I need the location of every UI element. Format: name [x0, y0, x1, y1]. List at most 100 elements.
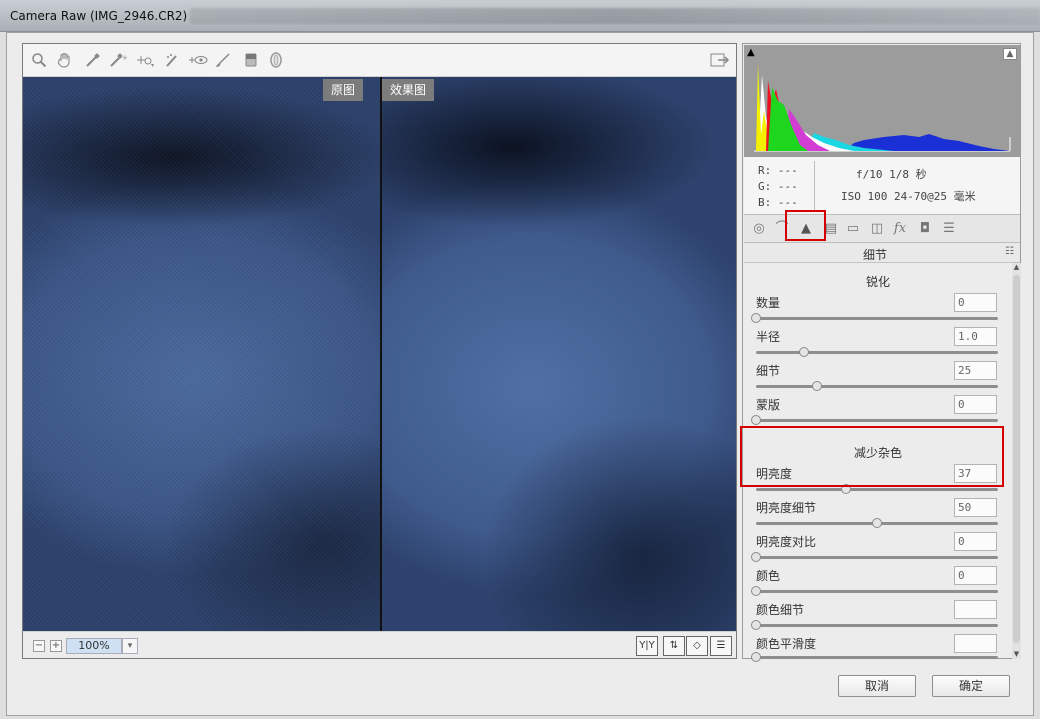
g-readout: G: ---	[758, 180, 798, 193]
window-title: Camera Raw (IMG_2946.CR2)	[10, 9, 188, 23]
luminance-contrast-field[interactable]: 0	[954, 532, 997, 551]
luminance-contrast-label: 明亮度对比	[756, 535, 817, 549]
detail-slider[interactable]	[756, 381, 998, 391]
luminance-detail-label: 明亮度细节	[756, 501, 817, 515]
info-separator	[814, 161, 815, 211]
rgb-readout: R: --- G: --- B: ---	[758, 163, 798, 211]
preview-panel: + ▾ 原图 效果图 − + 100% ▾ Y|Y ⇅ ◇ ☰	[22, 43, 737, 659]
color-smoothness-label: 颜色平滑度	[756, 637, 817, 651]
color-smoothness-field[interactable]	[954, 634, 997, 653]
swap-settings-icon[interactable]: ⇅	[663, 636, 685, 656]
masking-label: 蒙版	[756, 398, 781, 412]
zoom-out-button[interactable]: −	[33, 640, 45, 652]
scroll-down-icon[interactable]: ▼	[1012, 650, 1021, 659]
panel-header: 细节 ☷	[744, 243, 1020, 263]
tab-lens-icon[interactable]: ◫	[868, 220, 886, 238]
tab-presets-icon[interactable]: ☰	[940, 220, 958, 238]
radius-label: 半径	[756, 330, 781, 344]
radius-thumb[interactable]	[799, 347, 810, 357]
color-smoothness-slider[interactable]	[751, 652, 998, 662]
scroll-up-icon[interactable]: ▲	[1012, 263, 1021, 272]
color-thumb[interactable]	[751, 586, 761, 596]
ok-button[interactable]: 确定	[932, 675, 1010, 697]
svg-text:+: +	[122, 54, 127, 62]
window-titlebar: Camera Raw (IMG_2946.CR2)	[0, 0, 1040, 32]
shadow-clipping-icon[interactable]: ▲	[747, 48, 759, 58]
red-eye-icon[interactable]	[188, 51, 208, 69]
aperture-shutter: f/10 1/8 秒	[856, 168, 927, 181]
radius-slider[interactable]	[756, 347, 998, 357]
luminance-detail-slider[interactable]	[756, 518, 998, 528]
radial-filter-icon[interactable]	[266, 51, 286, 69]
graduated-filter-icon[interactable]	[241, 51, 261, 69]
sharpening-title: 锐化	[866, 275, 891, 289]
before-label: 原图	[323, 79, 364, 101]
preview-statusbar: − + 100% ▾ Y|Y ⇅ ◇ ☰	[23, 631, 736, 658]
detail-thumb[interactable]	[811, 381, 822, 391]
iso-lens: ISO 100 24-70@25 毫米	[841, 190, 976, 203]
spot-removal-icon[interactable]	[163, 51, 183, 69]
zoom-level-field[interactable]: 100%	[66, 638, 122, 654]
b-readout: B: ---	[758, 196, 798, 209]
tab-effects-icon[interactable]: fx	[891, 220, 909, 238]
luminance-contrast-thumb[interactable]	[751, 552, 761, 562]
camera-raw-dialog: + ▾ 原图 效果图 − + 100% ▾ Y|Y ⇅ ◇ ☰ ▲ ▲ R: -…	[6, 32, 1034, 716]
luminance-contrast-slider[interactable]	[751, 552, 998, 562]
color-smoothness-thumb[interactable]	[751, 652, 761, 662]
image-info: R: --- G: --- B: --- f/10 1/8 秒 ISO 100 …	[744, 157, 1020, 215]
hand-icon[interactable]	[55, 51, 75, 69]
luminance-detail-field[interactable]: 50	[954, 498, 997, 517]
zoom-icon[interactable]	[29, 51, 49, 69]
after-image	[382, 77, 736, 631]
panel-scrollbar[interactable]: ▲ ▼	[1012, 263, 1021, 659]
blurred-background	[190, 8, 1040, 24]
color-detail-field[interactable]	[954, 600, 997, 619]
color-detail-slider[interactable]	[751, 620, 998, 630]
export-icon[interactable]	[709, 51, 731, 69]
before-image	[23, 77, 380, 631]
targeted-adjust-icon[interactable]: ▾	[135, 51, 155, 69]
preview-preferences-icon[interactable]: ☰	[710, 636, 732, 656]
noise-reduction-highlight	[740, 426, 1004, 487]
tool-bar: + ▾	[23, 44, 736, 77]
histogram: ▲ ▲	[744, 45, 1020, 157]
color-detail-label: 颜色细节	[756, 603, 805, 617]
amount-slider[interactable]	[751, 313, 998, 323]
scroll-thumb[interactable]	[1013, 275, 1020, 643]
zoom-dropdown[interactable]: ▾	[122, 638, 138, 654]
tab-camera-calibration-icon[interactable]: ◘	[916, 220, 934, 238]
radius-field[interactable]: 1.0	[954, 327, 997, 346]
color-sampler-icon[interactable]: +	[108, 51, 128, 69]
adjustment-brush-icon[interactable]	[213, 51, 233, 69]
color-detail-thumb[interactable]	[751, 620, 761, 630]
luminance-detail-thumb[interactable]	[872, 518, 882, 528]
detail-tab-highlight	[785, 210, 826, 241]
color-field[interactable]: 0	[954, 566, 997, 585]
image-preview[interactable]: 原图 效果图	[23, 77, 736, 631]
tab-basic-icon[interactable]: ◎	[750, 220, 768, 238]
after-label: 效果图	[382, 79, 435, 101]
color-label: 颜色	[756, 569, 781, 583]
panel-title: 细节	[863, 248, 888, 262]
panel-menu-icon[interactable]: ☷	[1005, 246, 1014, 257]
zoom-in-button[interactable]: +	[50, 640, 62, 652]
amount-label: 数量	[756, 296, 781, 310]
svg-text:▾: ▾	[151, 62, 154, 68]
copy-settings-icon[interactable]: ◇	[686, 636, 708, 656]
highlight-clipping-icon[interactable]: ▲	[1003, 48, 1017, 60]
color-slider[interactable]	[751, 586, 998, 596]
masking-field[interactable]: 0	[954, 395, 997, 414]
masking-slider[interactable]	[751, 415, 998, 425]
tab-split-toning-icon[interactable]: ▭	[844, 220, 862, 238]
amount-thumb[interactable]	[751, 313, 761, 323]
amount-field[interactable]: 0	[954, 293, 997, 312]
detail-label: 细节	[756, 364, 781, 378]
adjustments-panel: ▲ ▲ R: --- G: --- B: --- f/10 1/8 秒 ISO …	[742, 43, 1021, 662]
cancel-button[interactable]: 取消	[838, 675, 916, 697]
white-balance-icon[interactable]	[83, 51, 103, 69]
detail-field[interactable]: 25	[954, 361, 997, 380]
luminance-slider[interactable]	[756, 484, 998, 494]
r-readout: R: ---	[758, 164, 798, 177]
before-after-view-icon[interactable]: Y|Y	[636, 636, 658, 656]
masking-thumb[interactable]	[751, 415, 761, 425]
